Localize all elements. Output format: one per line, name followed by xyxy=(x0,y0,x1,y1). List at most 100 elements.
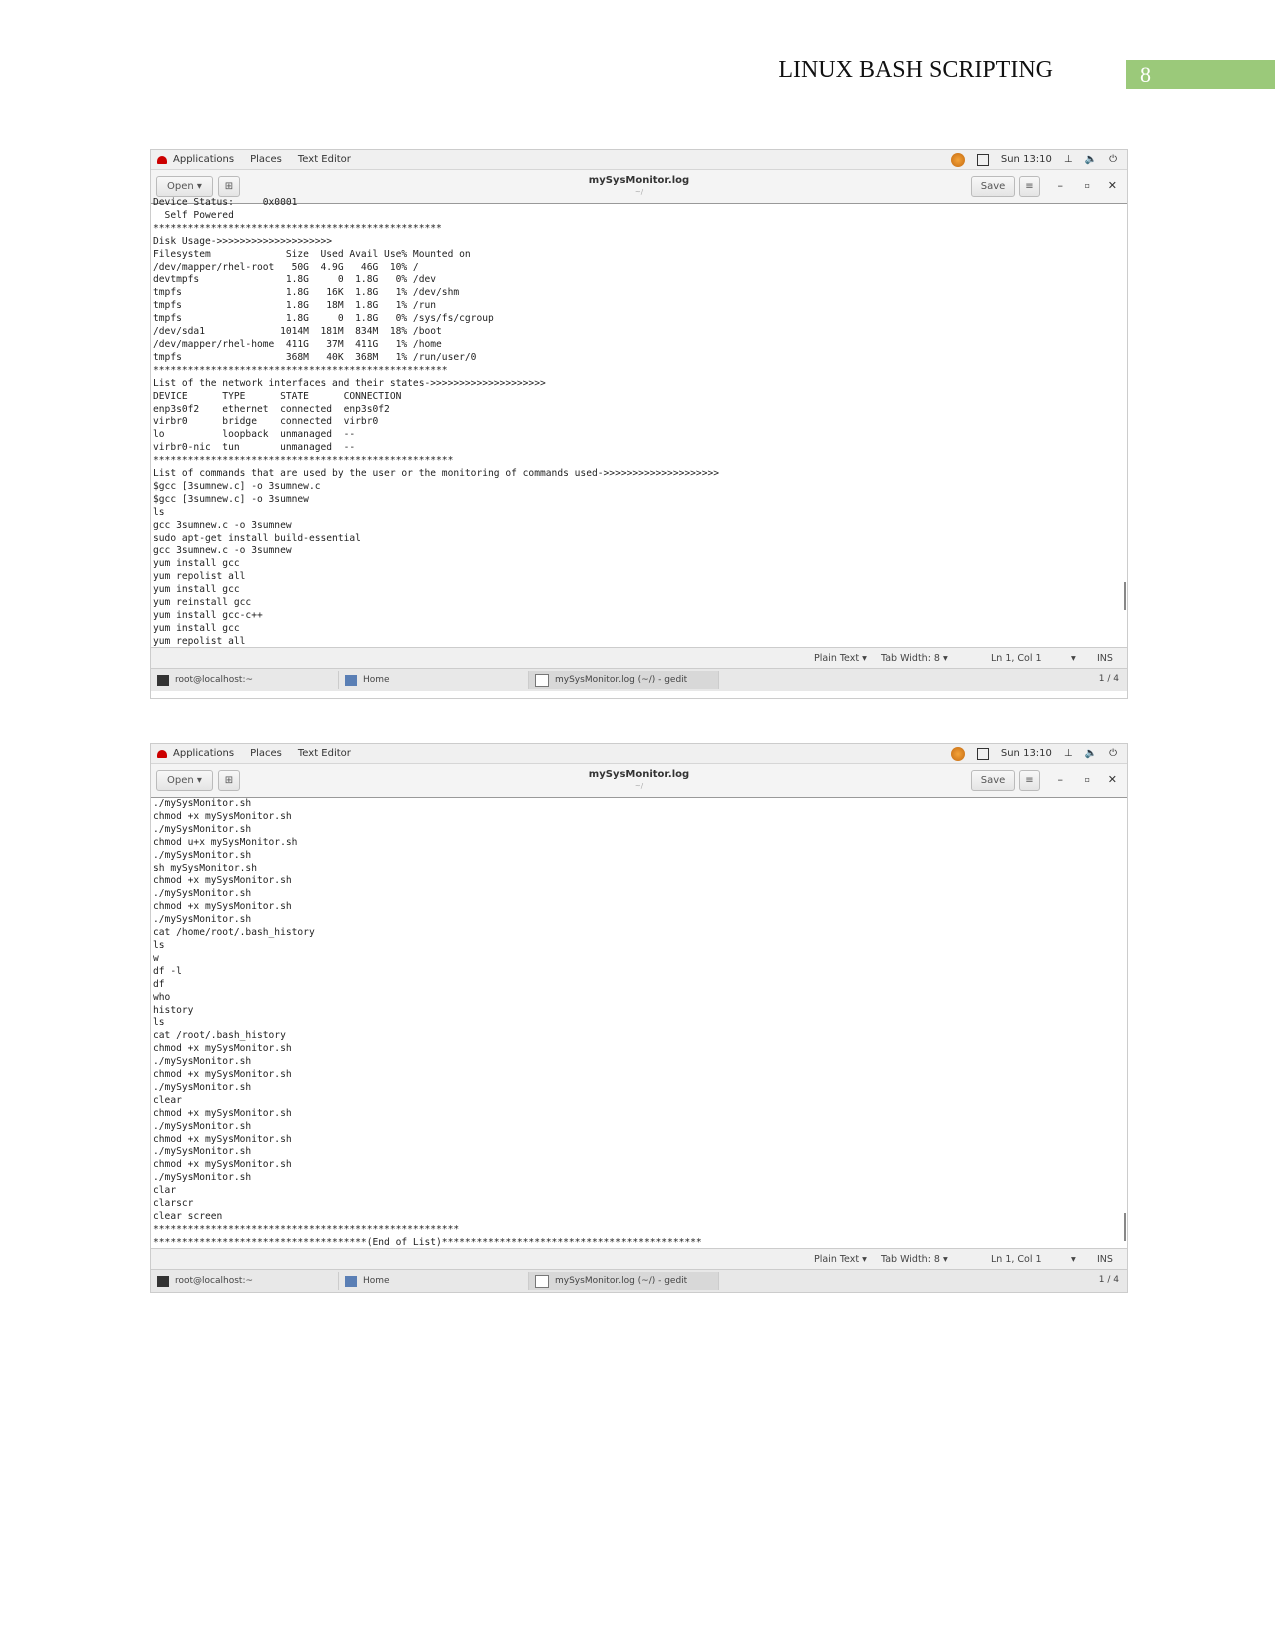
cursor-position[interactable]: Ln 1, Col 1 xyxy=(991,653,1042,664)
text-line: *************************************(En… xyxy=(153,1236,702,1248)
gedit-screenshot: Applications Places Text Editor Sun 13:1… xyxy=(150,743,1128,1293)
chevron-down-icon[interactable]: ▾ xyxy=(1071,653,1076,664)
text-line: ./mySysMonitor.sh xyxy=(153,1172,252,1184)
taskbar-terminal[interactable]: root@localhost:~ xyxy=(151,1272,339,1290)
workspace-pager[interactable]: 1 / 4 xyxy=(1099,674,1119,684)
text-line: ****************************************… xyxy=(153,455,454,467)
status-bar: Plain Text ▾ Tab Width: 8 ▾ Ln 1, Col 1 … xyxy=(151,647,1127,668)
text-line: sh mySysMonitor.sh xyxy=(153,862,257,874)
text-line: chmod u+x mySysMonitor.sh xyxy=(153,836,298,848)
text-line: devtmpfs 1.8G 0 1.8G 0% /dev xyxy=(153,274,437,286)
text-view[interactable]: Device Status: 0x0001 Self Powered ******… xyxy=(151,197,1127,647)
hamburger-menu-icon[interactable]: ≡ xyxy=(1019,176,1040,197)
insert-mode: INS xyxy=(1097,653,1113,664)
text-line: yum install gcc xyxy=(153,558,240,570)
page-number: 8 xyxy=(1126,60,1275,89)
network-icon[interactable]: ⊥ xyxy=(1064,154,1073,165)
taskbar-label: Home xyxy=(363,675,390,685)
text-editor-icon xyxy=(535,1274,549,1288)
network-icon[interactable]: ⊥ xyxy=(1064,748,1073,759)
places-menu[interactable]: Places xyxy=(250,748,282,759)
tab-width-selector[interactable]: Tab Width: 8 ▾ xyxy=(881,1254,948,1265)
chevron-down-icon[interactable]: ▾ xyxy=(1071,1254,1076,1265)
text-line: tmpfs 1.8G 18M 1.8G 1% /run xyxy=(153,300,437,312)
taskbar-label: Home xyxy=(363,1276,390,1286)
text-line: $gcc [3sumnew.c] -o 3sumnew xyxy=(153,493,309,505)
taskbar-label: mySysMonitor.log (~/) - gedit xyxy=(555,675,688,685)
terminal-icon xyxy=(157,674,169,686)
text-editor-menu[interactable]: Text Editor xyxy=(298,154,351,165)
text-line: yum repolist all xyxy=(153,635,246,647)
firefox-icon[interactable] xyxy=(950,152,965,167)
language-selector[interactable]: Plain Text ▾ xyxy=(814,653,867,664)
scrollbar[interactable] xyxy=(1124,1213,1126,1241)
scrollbar[interactable] xyxy=(1124,582,1126,610)
text-line: chmod +x mySysMonitor.sh xyxy=(153,1069,292,1081)
gedit-screenshot: Applications Places Text Editor Sun 13:1… xyxy=(150,149,1128,699)
save-button[interactable]: Save xyxy=(971,770,1015,791)
save-button[interactable]: Save xyxy=(971,176,1015,197)
text-line: df -l xyxy=(153,965,182,977)
maximize-icon[interactable]: ▫ xyxy=(1085,181,1090,190)
applications-menu[interactable]: Applications xyxy=(173,748,234,759)
maximize-icon[interactable]: ▫ xyxy=(1085,775,1090,784)
power-icon[interactable]: ⏻ xyxy=(1109,154,1117,165)
taskbar-gedit[interactable]: mySysMonitor.log (~/) - gedit xyxy=(529,671,719,689)
text-line: Self Powered xyxy=(153,209,234,221)
text-line: ./mySysMonitor.sh xyxy=(153,1056,252,1068)
text-line: ./mySysMonitor.sh xyxy=(153,914,252,926)
workspace-pager[interactable]: 1 / 4 xyxy=(1099,1275,1119,1285)
clock[interactable]: Sun 13:10 xyxy=(1001,154,1052,165)
text-line: chmod +x mySysMonitor.sh xyxy=(153,810,292,822)
taskbar-gedit[interactable]: mySysMonitor.log (~/) - gedit xyxy=(529,1272,719,1290)
close-icon[interactable]: ✕ xyxy=(1108,773,1117,786)
taskbar: root@localhost:~ Home mySysMonitor.log (… xyxy=(151,1269,1127,1292)
taskbar-home[interactable]: Home xyxy=(339,1272,529,1290)
firefox-icon[interactable] xyxy=(950,746,965,761)
applications-menu[interactable]: Applications xyxy=(173,154,234,165)
text-line: chmod +x mySysMonitor.sh xyxy=(153,1133,292,1145)
text-line: yum install gcc xyxy=(153,584,240,596)
screenshot-icon[interactable] xyxy=(976,747,989,760)
text-line: chmod +x mySysMonitor.sh xyxy=(153,1159,292,1171)
text-line: Device Status: 0x0001 xyxy=(153,197,298,208)
text-line: df xyxy=(153,978,165,990)
status-bar: Plain Text ▾ Tab Width: 8 ▾ Ln 1, Col 1 … xyxy=(151,1248,1127,1269)
hamburger-menu-icon[interactable]: ≡ xyxy=(1019,770,1040,791)
minimize-icon[interactable]: – xyxy=(1058,773,1064,786)
text-line: yum repolist all xyxy=(153,571,246,583)
text-line: ./mySysMonitor.sh xyxy=(153,849,252,861)
taskbar-label: root@localhost:~ xyxy=(175,1276,254,1286)
text-line: lo loopback unmanaged -- xyxy=(153,429,356,441)
text-line: $gcc [3sumnew.c] -o 3sumnew.c xyxy=(153,480,321,492)
taskbar-terminal[interactable]: root@localhost:~ xyxy=(151,671,339,689)
text-line: ./mySysMonitor.sh xyxy=(153,1081,252,1093)
language-selector[interactable]: Plain Text ▾ xyxy=(814,1254,867,1265)
tab-width-selector[interactable]: Tab Width: 8 ▾ xyxy=(881,653,948,664)
close-icon[interactable]: ✕ xyxy=(1108,179,1117,192)
taskbar-home[interactable]: Home xyxy=(339,671,529,689)
places-menu[interactable]: Places xyxy=(250,154,282,165)
minimize-icon[interactable]: – xyxy=(1058,179,1064,192)
text-line: ./mySysMonitor.sh xyxy=(153,888,252,900)
text-line: clar xyxy=(153,1185,177,1197)
text-editor-menu[interactable]: Text Editor xyxy=(298,748,351,759)
text-line: chmod +x mySysMonitor.sh xyxy=(153,901,292,913)
text-line: sudo apt-get install build-essential xyxy=(153,532,361,544)
text-line: ls xyxy=(153,1017,165,1029)
redhat-icon xyxy=(157,155,167,164)
folder-icon xyxy=(345,674,357,686)
taskbar-label: root@localhost:~ xyxy=(175,675,254,685)
text-line: ./mySysMonitor.sh xyxy=(153,1146,252,1158)
screenshot-icon[interactable] xyxy=(976,153,989,166)
text-view[interactable]: ./mySysMonitor.sh chmod +x mySysMonitor.s… xyxy=(151,798,1127,1248)
text-line: virbr0 bridge connected virbr0 xyxy=(153,416,379,428)
clock[interactable]: Sun 13:10 xyxy=(1001,748,1052,759)
power-icon[interactable]: ⏻ xyxy=(1109,748,1117,759)
text-line: clear screen xyxy=(153,1211,223,1222)
cursor-position[interactable]: Ln 1, Col 1 xyxy=(991,1254,1042,1265)
volume-icon[interactable]: 🔈 xyxy=(1085,748,1097,759)
volume-icon[interactable]: 🔈 xyxy=(1085,154,1097,165)
text-line: ./mySysMonitor.sh xyxy=(153,1120,252,1132)
header-bar: Open ▾ ⊞ mySysMonitor.log ~/ Save ≡ – ▫ … xyxy=(151,764,1127,798)
